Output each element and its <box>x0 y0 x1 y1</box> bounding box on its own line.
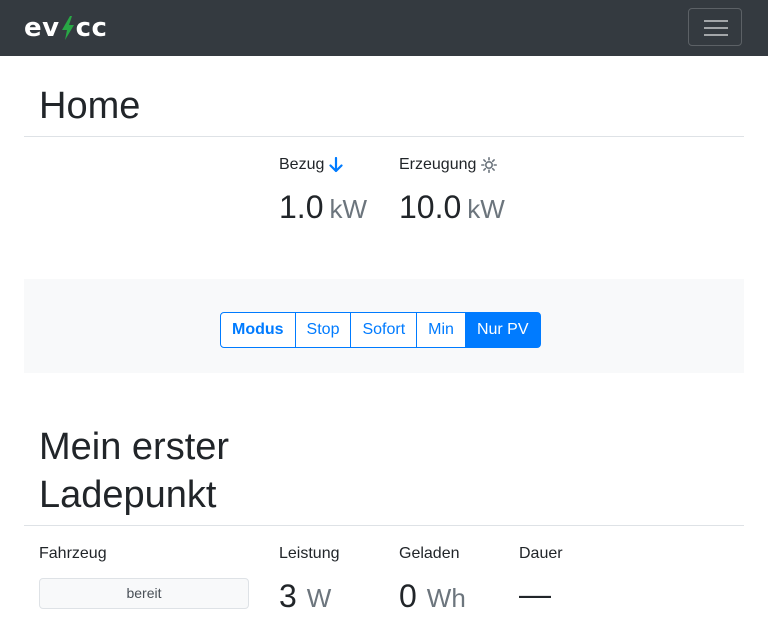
leistung-label: Leistung <box>279 545 340 562</box>
page-title: Home <box>39 85 141 127</box>
dauer-label: Dauer <box>519 545 563 562</box>
leistung-value: 3W <box>279 578 332 614</box>
mode-button-group: Modus Stop Sofort Min Nur PV <box>220 312 541 348</box>
leistung-unit: W <box>306 583 332 613</box>
mode-sofort-button[interactable]: Sofort <box>350 312 418 348</box>
hamburger-icon-line <box>704 34 728 36</box>
navbar: ev cc <box>0 0 768 56</box>
geladen-unit: Wh <box>426 583 466 613</box>
arrow-down-icon <box>329 156 343 172</box>
brand-text-ev: ev <box>24 13 60 43</box>
bezug-value: 1.0 kW <box>279 189 368 225</box>
brand-logo[interactable]: ev cc <box>24 12 107 44</box>
mode-nur-pv-button[interactable]: Nur PV <box>464 312 541 348</box>
erzeugung-unit: kW <box>467 194 505 224</box>
bezug-unit: kW <box>329 194 368 224</box>
fahrzeug-label: Fahrzeug <box>39 545 107 562</box>
mode-stop-button[interactable]: Stop <box>294 312 352 348</box>
hamburger-icon-line <box>704 27 728 29</box>
mode-min-button[interactable]: Min <box>416 312 466 348</box>
vehicle-status-box: bereit <box>39 578 249 609</box>
divider <box>24 136 744 137</box>
divider <box>24 525 744 526</box>
erzeugung-label: Erzeugung <box>399 155 497 175</box>
sun-icon <box>480 156 497 173</box>
erzeugung-value: 10.0 kW <box>399 189 505 225</box>
dauer-value: — <box>519 576 551 612</box>
mode-label-button[interactable]: Modus <box>220 312 296 348</box>
brand-text-cc: cc <box>75 13 108 43</box>
geladen-value: 0 Wh <box>399 578 466 614</box>
bezug-label: Bezug <box>279 155 343 175</box>
loadpoint-title: Mein erster Ladepunkt <box>39 426 230 516</box>
geladen-label: Geladen <box>399 545 460 562</box>
lightning-bolt-icon <box>61 16 74 40</box>
hamburger-icon-line <box>704 20 728 22</box>
menu-toggle-button[interactable] <box>688 8 742 46</box>
